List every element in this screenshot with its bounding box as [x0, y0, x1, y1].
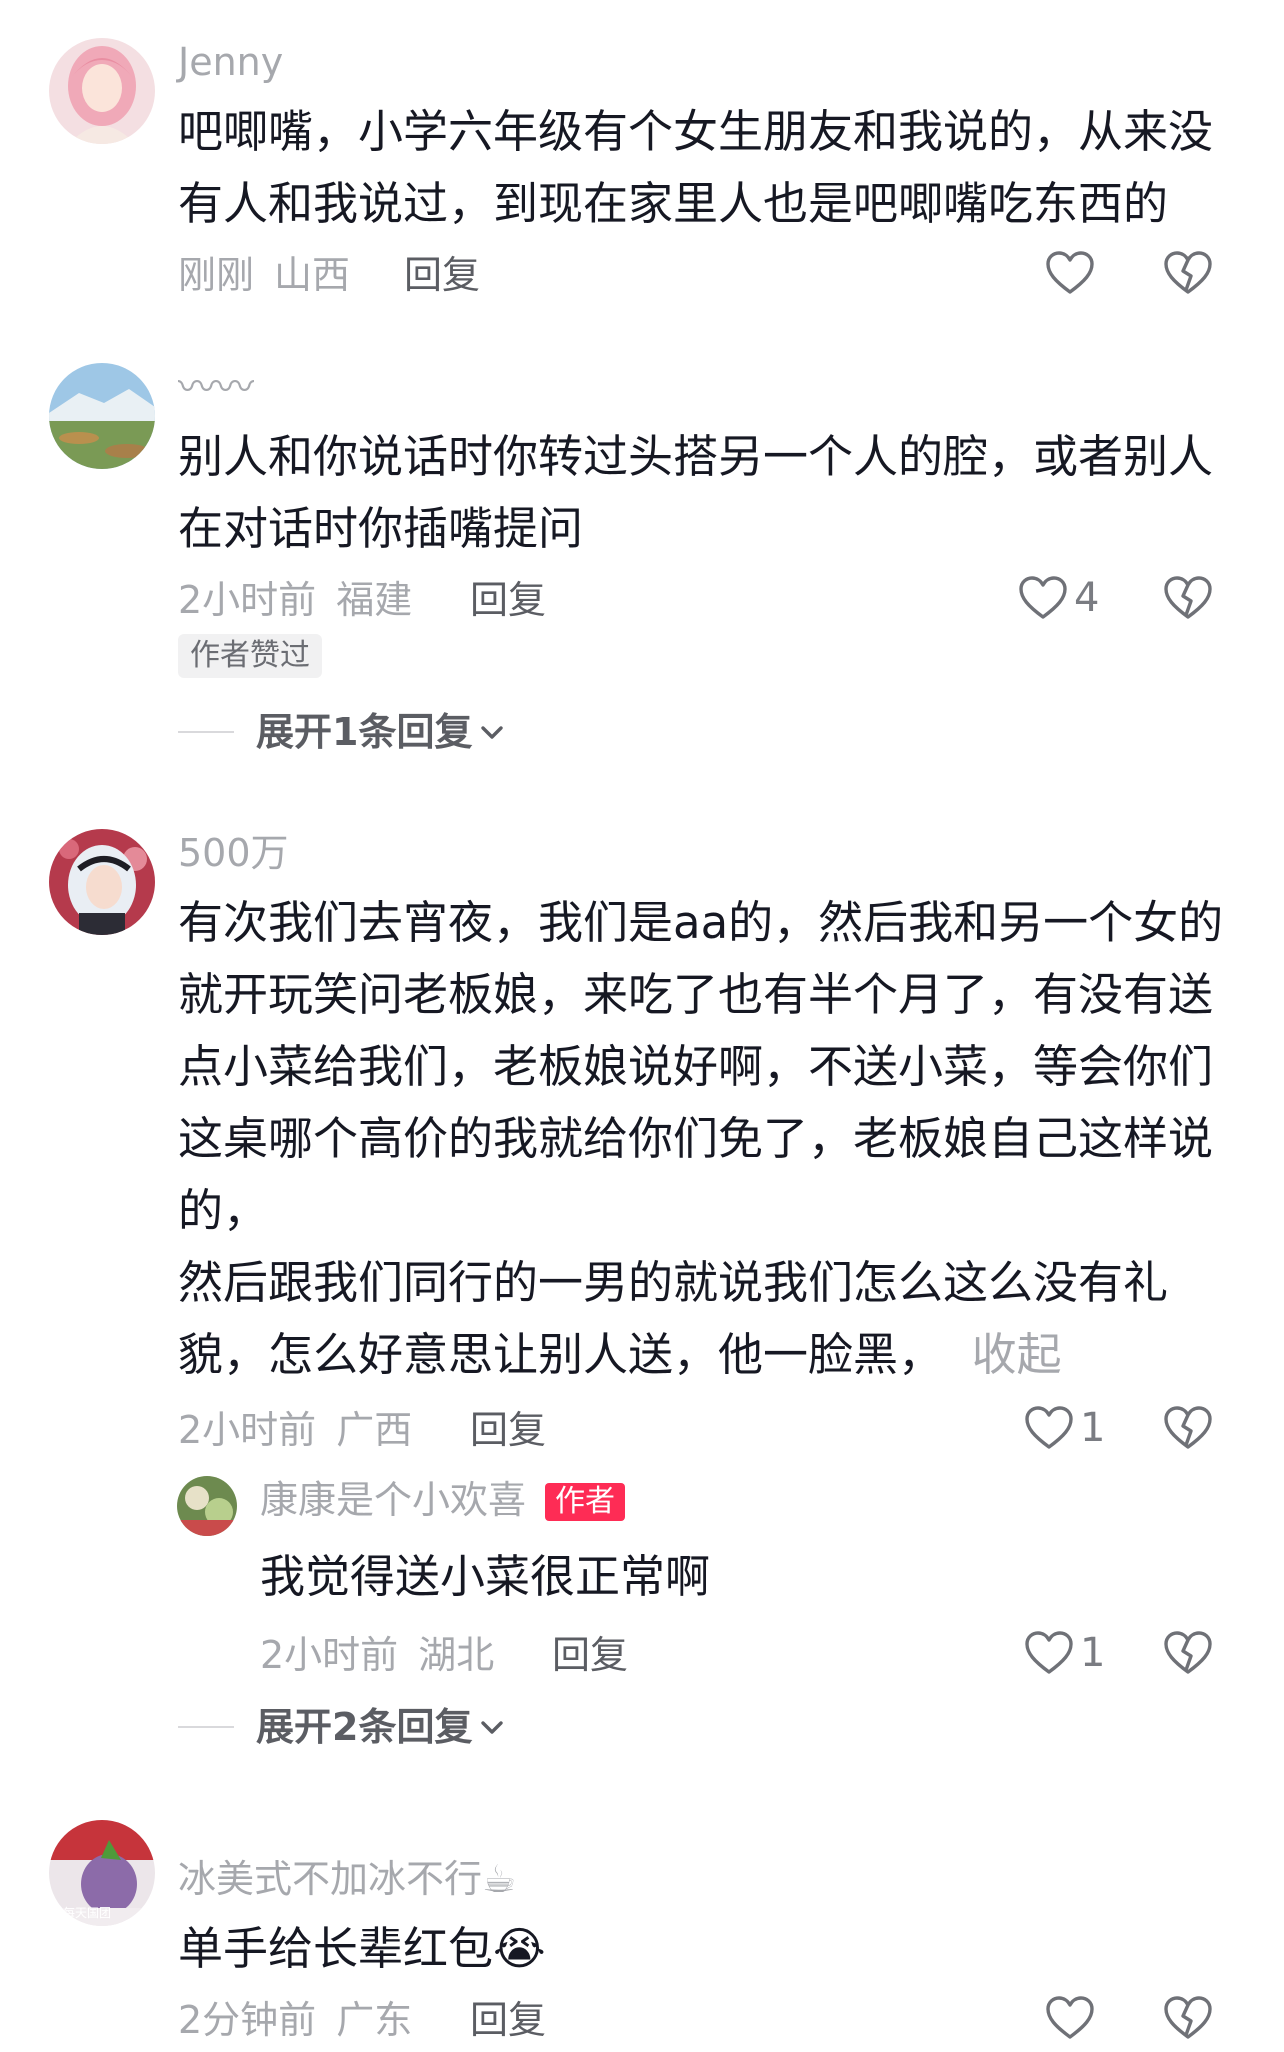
reply-avatar[interactable] [177, 1476, 237, 1536]
avatar[interactable]: 每天国团 [49, 1820, 155, 1926]
like-count: 4 [1074, 575, 1100, 621]
expand-replies-button[interactable]: 展开2条回复 [178, 1705, 506, 1749]
dislike-button[interactable] [1163, 1995, 1213, 2045]
reply-meta: 2小时前 湖北 [260, 1633, 494, 1677]
broken-heart-icon [1164, 1406, 1212, 1449]
reply-button[interactable]: 回复 [470, 1408, 546, 1452]
reply-content: 我觉得送小菜很正常啊 [260, 1550, 711, 1603]
reply-button[interactable]: 回复 [470, 1998, 546, 2042]
comment-username[interactable]: 500万 [178, 831, 289, 875]
comment-content: 别人和你说话时你转过头搭另一个人的腔，或者别人 在对话时你插嘴提问 [178, 430, 1214, 555]
chevron-down-icon [481, 726, 504, 739]
reply-location: 湖北 [418, 1633, 495, 1677]
heart-icon [1019, 576, 1067, 619]
divider-line [178, 731, 234, 733]
avatar[interactable] [49, 363, 155, 469]
divider-line [178, 1726, 234, 1728]
comment-text: 有次我们去宵夜，我们是aa的，然后我和另一个女的 就开玩笑问老板娘，来吃了也有半… [178, 896, 1224, 1381]
heart-icon [1025, 1406, 1073, 1449]
comment-username[interactable]: 冰美式不加冰不行☕ [178, 1857, 516, 1901]
author-tag: 作者 [545, 1483, 625, 1521]
expand-replies-button[interactable]: 展开1条回复 [178, 710, 506, 754]
like-button[interactable] [1045, 250, 1101, 296]
author-liked-badge: 作者赞过 [178, 634, 322, 678]
reply-time: 2小时前 [260, 1633, 399, 1677]
expand-replies-label: 展开2条回复 [256, 1705, 473, 1749]
comment-meta: 2小时前 广西 [178, 1408, 412, 1452]
comment-location: 广东 [336, 1998, 413, 2042]
broken-heart-icon [1164, 1631, 1212, 1674]
heart-icon [1046, 251, 1094, 294]
like-button[interactable]: 4 [1018, 575, 1099, 621]
like-count: 1 [1080, 1405, 1106, 1451]
chevron-down-icon [481, 1721, 504, 1734]
comment-meta: 2分钟前 广东 [178, 1998, 412, 2042]
avatar[interactable] [49, 38, 155, 144]
broken-heart-icon [1164, 576, 1212, 619]
comment-time: 2分钟前 [178, 1998, 317, 2042]
comment-time: 2小时前 [178, 1408, 317, 1452]
dislike-button[interactable] [1163, 575, 1213, 625]
avatar-caption: 每天国团 [63, 1906, 112, 1920]
comment-time: 2小时前 [178, 578, 317, 622]
heart-icon [1025, 1631, 1073, 1674]
reply-username[interactable]: 康康是个小欢喜 [260, 1478, 526, 1522]
like-button[interactable]: 1 [1024, 1630, 1105, 1676]
expand-replies-label: 展开1条回复 [256, 710, 473, 754]
reply-username-text: 康康是个小欢喜 [260, 1478, 527, 1522]
broken-heart-icon [1164, 251, 1212, 294]
reply-button[interactable]: 回复 [404, 253, 480, 297]
like-count: 1 [1080, 1630, 1106, 1676]
heart-icon [1046, 1996, 1094, 2039]
comment-meta: 刚刚 山西 [178, 253, 350, 297]
reply-button[interactable]: 回复 [470, 578, 546, 622]
collapse-link[interactable]: 收起 [972, 1328, 1062, 1381]
reply-button[interactable]: 回复 [552, 1633, 628, 1677]
comment-location: 福建 [336, 578, 413, 622]
comment-time: 刚刚 [178, 253, 255, 297]
comment-location: 山西 [274, 253, 351, 297]
comment-meta: 2小时前 福建 [178, 578, 412, 622]
dislike-button[interactable] [1163, 1405, 1213, 1455]
dislike-button[interactable] [1163, 250, 1213, 300]
comment-username[interactable]: 〰〰 [178, 365, 254, 409]
comment-content: 有次我们去宵夜，我们是aa的，然后我和另一个女的 就开玩笑问老板娘，来吃了也有半… [178, 887, 1228, 1391]
comment-content: 吧唧嘴，小学六年级有个女生朋友和我说的，从来没 有人和我说过，到现在家里人也是吧… [178, 105, 1214, 230]
broken-heart-icon [1164, 1996, 1212, 2039]
comment-content: 单手给长辈红包😭 [178, 1922, 546, 1975]
like-button[interactable]: 1 [1024, 1405, 1105, 1451]
comment-username[interactable]: Jenny [178, 40, 283, 84]
dislike-button[interactable] [1163, 1630, 1213, 1680]
like-button[interactable] [1045, 1995, 1101, 2041]
comment-location: 广西 [336, 1408, 413, 1452]
avatar[interactable] [49, 829, 155, 935]
